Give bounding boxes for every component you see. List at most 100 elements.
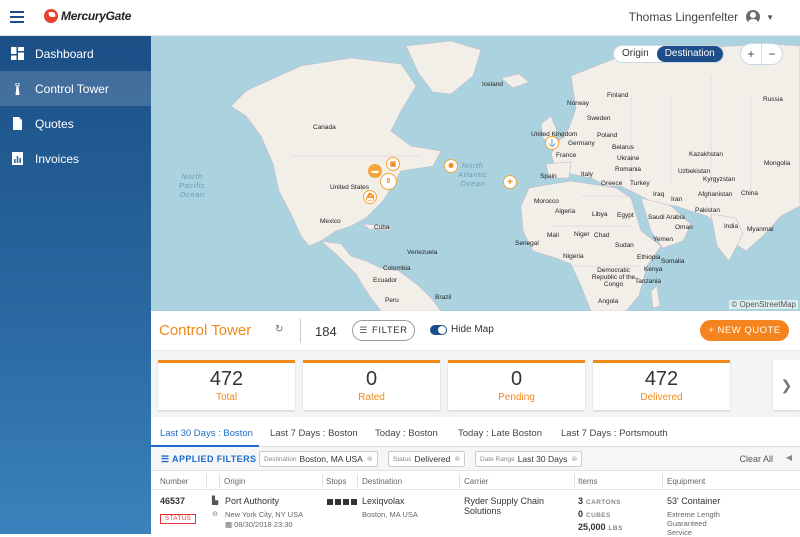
filter-chip-date-range[interactable]: Date Range Last 30 Days ⊗ <box>475 451 583 467</box>
truck-marker-icon[interactable]: ▬ <box>368 164 382 178</box>
tab-last-30-days-boston[interactable]: Last 30 Days : Boston <box>160 428 253 439</box>
dashboard-icon <box>11 47 24 60</box>
cluster-marker[interactable]: 8 <box>380 173 397 190</box>
applied-filters-label: ☰ APPLIED FILTERS <box>161 454 257 464</box>
zoom-control: + − <box>741 44 782 64</box>
saved-view-tabs: Last 30 Days : Boston Last 7 Days : Bost… <box>151 421 800 447</box>
chip-key: Status <box>393 455 412 463</box>
column-divider <box>574 474 575 487</box>
sidebar-item-control-tower[interactable]: Control Tower <box>0 71 151 106</box>
filter-chip-destination[interactable]: Destination Boston, MA USA ⊗ <box>259 451 378 467</box>
column-header-origin[interactable]: Origin <box>224 477 245 486</box>
map-label: Algeria <box>555 208 576 215</box>
map-label: Colombia <box>383 265 411 272</box>
shipment-number[interactable]: 46537 <box>160 496 185 506</box>
clear-all-button[interactable]: Clear All <box>739 454 773 464</box>
plane-marker-icon[interactable]: ✈ <box>503 175 517 189</box>
calendar-icon: ▦ <box>225 520 235 529</box>
map-label: Germany <box>568 140 595 147</box>
gear-marker-icon[interactable]: ✺ <box>444 159 458 173</box>
map-label: Canada <box>313 124 336 131</box>
column-header-number[interactable]: Number <box>160 477 188 486</box>
stops-indicator[interactable] <box>327 498 357 508</box>
map-label: Norway <box>567 100 590 107</box>
hide-map-toggle[interactable] <box>430 325 447 335</box>
map-label: Democratic Republic of the Congo <box>591 267 636 288</box>
sidebar-item-invoices[interactable]: Invoices <box>0 141 151 176</box>
stat-card-total[interactable]: 472 Total <box>158 360 295 410</box>
tower-icon <box>11 82 24 95</box>
user-menu[interactable]: Thomas Lingenfelter ▼ <box>629 10 774 24</box>
new-quote-button[interactable]: + NEW QUOTE <box>700 320 789 341</box>
map-label: Kyrgyzstan <box>703 176 736 183</box>
map-label: Turkey <box>630 180 650 187</box>
filter-button[interactable]: ☰ FILTER <box>352 320 415 341</box>
tab-today-boston[interactable]: Today : Boston <box>375 428 438 439</box>
map-label: Yemen <box>653 236 673 243</box>
caret-down-icon: ▼ <box>766 12 774 22</box>
hide-map-label: Hide Map <box>451 324 494 335</box>
map-attribution[interactable]: © OpenStreetMap <box>729 300 798 309</box>
sidebar-item-quotes[interactable]: Quotes <box>0 106 151 141</box>
stat-card-pending[interactable]: 0 Pending <box>448 360 585 410</box>
origin-name: Port Authority <box>225 496 280 506</box>
sidebar-item-label: Invoices <box>35 151 80 166</box>
carrier-name: Ryder Supply Chain Solutions <box>464 496 545 516</box>
world-map[interactable]: North Pacific Ocean North Atlantic Ocean Ice… <box>151 36 800 311</box>
status-badge: STATUS <box>160 514 197 524</box>
remove-filter-icon[interactable]: ⊗ <box>454 455 460 463</box>
column-header-carrier[interactable]: Carrier <box>464 477 488 486</box>
column-header-items[interactable]: Items <box>578 477 598 486</box>
tab-today-late-boston[interactable]: Today : Late Boston <box>458 428 542 439</box>
column-divider <box>357 474 358 487</box>
map-label: Afghanistan <box>698 191 733 198</box>
destination-name: Lexiqvolax <box>362 496 405 506</box>
remove-filter-icon[interactable]: ⊗ <box>571 455 577 463</box>
map-label: Romania <box>615 166 642 173</box>
ship-marker-icon[interactable]: ⛴ <box>363 190 377 204</box>
rail-marker-icon[interactable]: ⚓ <box>545 136 559 150</box>
map-label: Pakistan <box>695 207 720 214</box>
bus-marker-icon[interactable]: ▣ <box>386 157 400 171</box>
destination-option[interactable]: Destination <box>656 46 723 62</box>
menu-icon[interactable] <box>10 11 24 23</box>
tab-last-7-days-boston[interactable]: Last 7 Days : Boston <box>270 428 358 439</box>
column-header-equipment[interactable]: Equipment <box>667 477 705 486</box>
map-label: Niger <box>574 231 590 238</box>
document-icon <box>11 117 24 130</box>
sidebar-item-dashboard[interactable]: Dashboard <box>0 36 151 71</box>
map-label: Sweden <box>587 115 611 122</box>
items-cartons: 3 CARTONS <box>578 496 621 506</box>
remove-filter-icon[interactable]: ⊗ <box>367 455 373 463</box>
stat-card-rated[interactable]: 0 Rated <box>303 360 440 410</box>
origin-date: ▦ 08/30/2018 23:30 <box>225 520 293 529</box>
refresh-icon[interactable]: ↻ <box>275 324 283 335</box>
map-label: Tanzania <box>635 278 662 285</box>
map-label: United States <box>330 184 370 191</box>
map-label: Poland <box>597 132 618 139</box>
map-label: Sudan <box>615 242 634 249</box>
map-label: Ukraine <box>617 155 640 162</box>
sidebar-item-label: Control Tower <box>35 81 109 96</box>
table-row[interactable]: 46537 STATUS ▙ ⊖ Port Authority New York… <box>151 490 800 537</box>
column-header-destination[interactable]: Destination <box>362 477 402 486</box>
collapse-arrow-icon[interactable]: ◀ <box>786 453 792 462</box>
zoom-out-button[interactable]: − <box>762 44 782 64</box>
chevron-right-icon[interactable]: ❯ <box>773 360 800 410</box>
tab-last-7-days-portsmouth[interactable]: Last 7 Days : Portsmouth <box>561 428 668 439</box>
column-divider <box>662 474 663 487</box>
map-label: Oman <box>675 224 693 231</box>
origin-option[interactable]: Origin <box>614 46 657 62</box>
map-label: Myanmar <box>747 226 775 233</box>
stat-label: Delivered <box>640 392 683 403</box>
equipment-type: 53' Container <box>667 496 721 506</box>
origin-destination-toggle[interactable]: Origin Destination <box>613 45 724 63</box>
column-header-stops[interactable]: Stops <box>326 477 346 486</box>
stat-card-delivered[interactable]: 472 Delivered <box>593 360 730 410</box>
map-label: Spain <box>540 173 557 180</box>
zoom-in-button[interactable]: + <box>741 44 762 64</box>
filter-chip-status[interactable]: Status Delivered ⊗ <box>388 451 466 467</box>
brand-logo[interactable]: MercuryGate <box>44 9 131 23</box>
stat-label: Pending <box>498 392 535 403</box>
map-label: Somalia <box>661 258 685 265</box>
